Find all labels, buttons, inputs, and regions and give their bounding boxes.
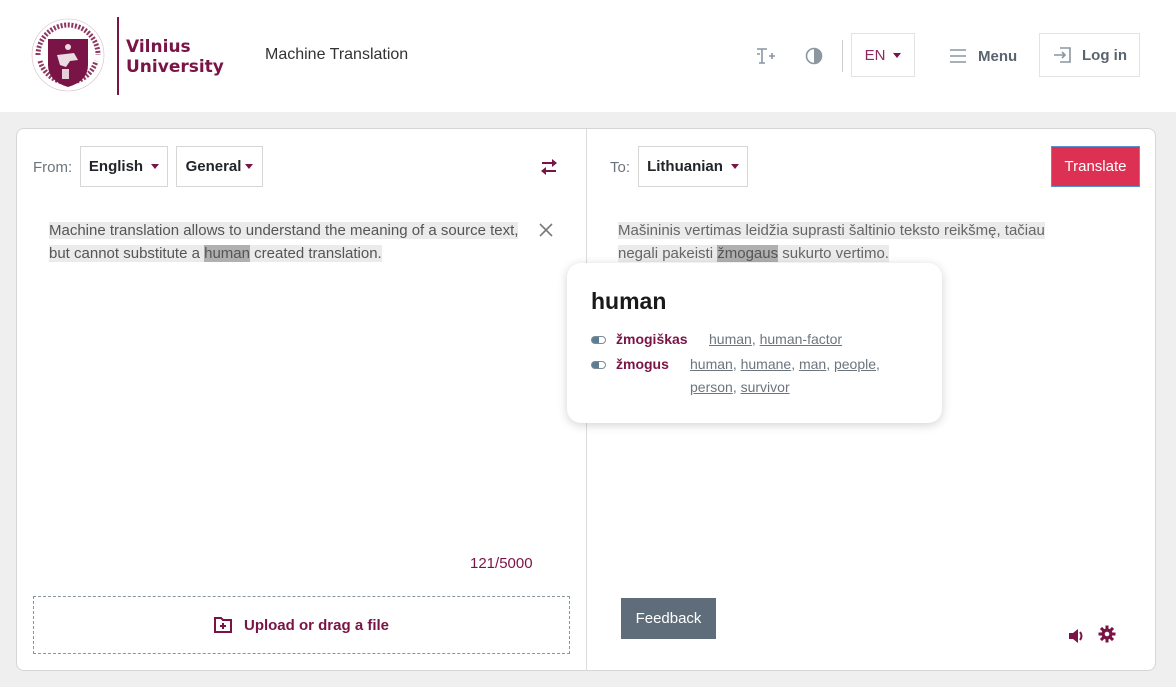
chevron-down-icon [730,164,739,169]
upload-file-dropzone[interactable]: Upload or drag a file [33,596,570,654]
source-text-input[interactable]: Machine translation allows to understand… [49,219,539,265]
folder-plus-icon [213,617,232,633]
target-language-label: Lithuanian [647,158,723,175]
synonym-link[interactable]: human [690,356,733,372]
translation-output: Mašininis vertimas leidžia suprasti šalt… [618,219,1078,265]
login-icon [1054,47,1071,63]
domain-select[interactable]: General [176,146,263,187]
close-icon[interactable] [537,221,555,239]
synonym-link[interactable]: human [709,331,752,347]
source-language-select[interactable]: English [80,146,168,187]
contrast-icon[interactable] [802,44,826,68]
login-button[interactable]: Log in [1039,33,1140,77]
entry-term[interactable]: žmogiškas [616,331,709,351]
university-name: Vilnius University [126,37,224,77]
feedback-button[interactable]: Feedback [621,598,716,639]
university-name-line2: University [126,57,224,77]
dictionary-entry: žmogus human, humane, man, people, person… [591,356,890,399]
entry-term[interactable]: žmogus [616,356,690,399]
popup-word: human [591,288,667,314]
target-language-select[interactable]: Lithuanian [638,146,748,187]
app-title: Machine Translation [265,46,409,63]
gear-icon[interactable] [1098,625,1116,643]
character-counter: 121/5000 [470,555,533,572]
login-label: Log in [1082,46,1127,64]
swap-languages-icon[interactable] [539,157,559,177]
entry-synonyms: human, humane, man, people, person, survi… [690,356,880,395]
header-divider [842,40,843,72]
university-seal-icon [31,18,105,92]
source-language-label: English [88,158,144,175]
language-label: EN [864,46,886,64]
university-name-line1: Vilnius [126,37,191,57]
header: Vilnius University Machine Translation E… [0,0,1176,112]
dictionary-popup: human žmogiškas human, human-factor žmog… [567,263,942,423]
synonym-link[interactable]: man [799,356,826,372]
from-label: From: [33,159,73,176]
to-label: To: [610,159,631,176]
synonym-link[interactable]: person [690,379,733,395]
synonym-link[interactable]: humane [741,356,792,372]
chevron-down-icon [151,164,160,169]
hamburger-icon [950,49,966,63]
chevron-down-icon [245,164,254,169]
menu-button[interactable]: Menu [948,40,1017,72]
toggle-icon[interactable] [591,361,606,369]
dictionary-entry: žmogiškas human, human-factor [591,331,842,351]
entry-synonyms: human, human-factor [709,331,843,347]
toggle-icon[interactable] [591,336,606,344]
menu-label: Menu [978,47,1018,65]
text-size-icon[interactable] [753,44,777,68]
translate-button[interactable]: Translate [1051,146,1140,187]
target-highlighted-word[interactable]: žmogaus [717,245,779,262]
source-text-part: created translation. [249,245,382,262]
synonym-link[interactable]: survivor [741,379,790,395]
domain-label: General [185,158,242,175]
target-text-part: sukurto vertimo. [778,245,889,262]
synonym-link[interactable]: people [834,356,876,372]
synonym-link[interactable]: human-factor [760,331,842,347]
upload-label: Upload or drag a file [243,616,390,634]
chevron-down-icon [893,52,902,58]
source-highlighted-word[interactable]: human [204,245,250,262]
speaker-icon[interactable] [1067,626,1087,646]
language-selector[interactable]: EN [851,33,915,77]
logo-divider [117,17,119,95]
university-logo[interactable]: Vilnius University [30,15,224,97]
